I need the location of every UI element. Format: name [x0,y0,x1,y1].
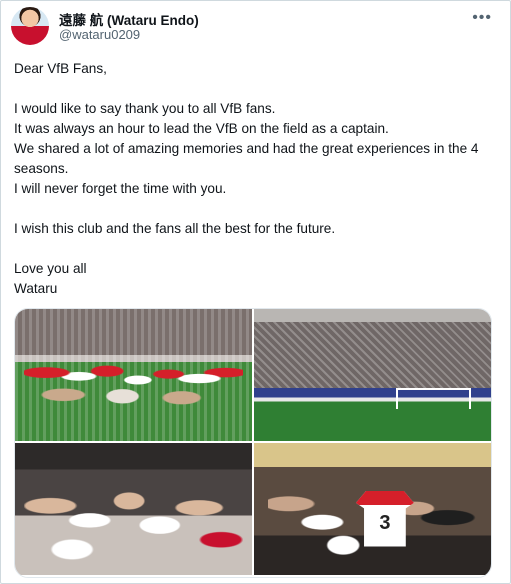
text-line: I will never forget the time with you. [14,181,227,196]
tweet-text: Dear VfB Fans, I would like to say thank… [14,59,500,299]
photo-locker-room-celebration[interactable] [15,443,252,575]
author-name[interactable]: 遠藤 航 (Wataru Endo) [59,9,199,29]
more-horizontal-icon[interactable]: ••• [472,9,492,27]
photo-stadium-crowd[interactable] [254,309,491,441]
photo-team-celebration-pitch[interactable] [15,309,252,441]
author-handle[interactable]: @wataru0209 [59,27,140,42]
text-line: We shared a lot of amazing memories and … [14,141,483,176]
media-grid: 3 [14,308,492,578]
tweet-card: 遠藤 航 (Wataru Endo) @wataru0209 ••• Dear … [0,0,511,584]
text-line: It was always an hour to lead the VfB on… [14,121,389,136]
text-line: I would like to say thank you to all VfB… [14,101,276,116]
avatar[interactable] [11,7,49,45]
greeting-line: Dear VfB Fans, [14,61,107,76]
text-line: I wish this club and the fans all the be… [14,221,336,236]
text-line: Wataru [14,281,58,296]
author-name-row: 遠藤 航 (Wataru Endo) [59,9,199,29]
photo-jersey-celebration[interactable]: 3 [254,443,491,575]
jersey-number: 3 [379,511,391,534]
text-line: Love you all [14,261,87,276]
